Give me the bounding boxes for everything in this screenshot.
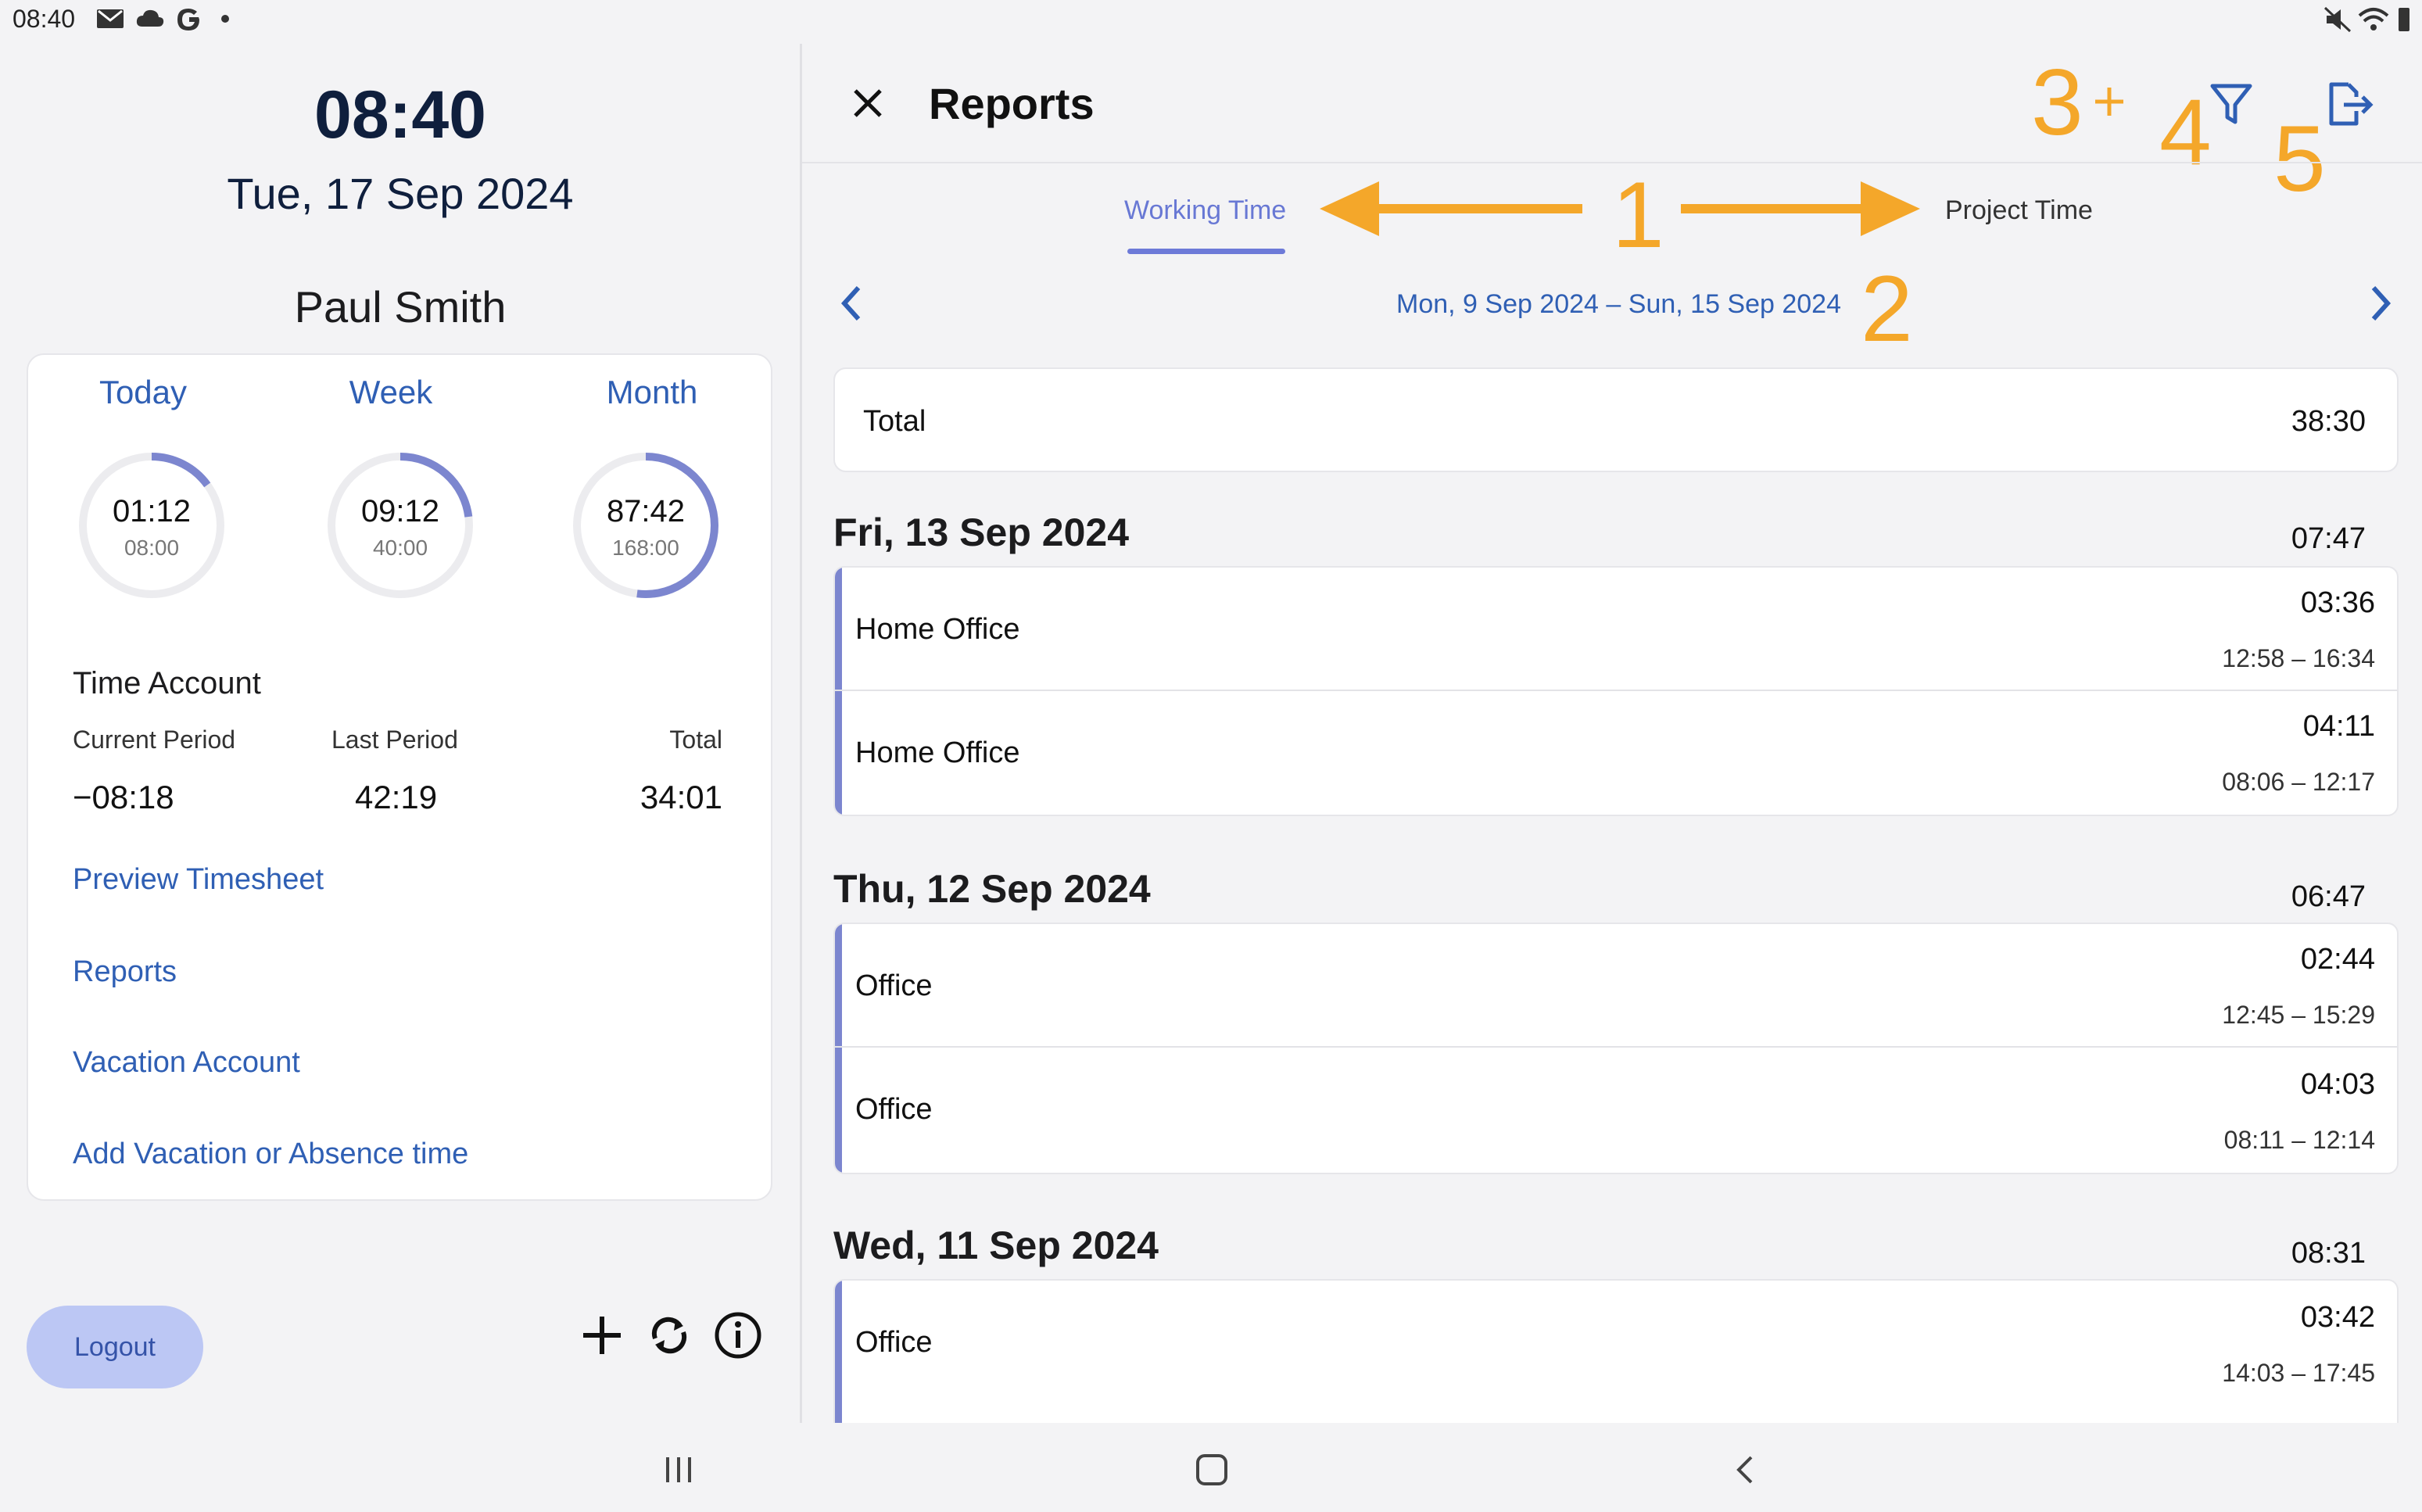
today-worked: 01:12 xyxy=(112,494,192,528)
annotation-arrow-right xyxy=(1681,181,1920,236)
total-value: 38:30 xyxy=(2291,405,2366,438)
entry-divider xyxy=(835,690,2397,691)
vacation-account-link[interactable]: Vacation Account xyxy=(73,1046,300,1080)
mute-icon xyxy=(2323,6,2352,33)
week-worked: 09:12 xyxy=(360,494,440,528)
day-header-date: Wed, 11 Sep 2024 xyxy=(833,1224,1159,1267)
export-icon[interactable] xyxy=(2325,80,2375,128)
user-name: Paul Smith xyxy=(294,282,507,331)
entry-name[interactable]: Home Office xyxy=(855,736,1019,770)
add-vacation-link[interactable]: Add Vacation or Absence time xyxy=(73,1138,468,1171)
annotation-arrow-left xyxy=(1320,181,1582,236)
period-label-month[interactable]: Month xyxy=(566,374,738,411)
home-icon[interactable] xyxy=(1195,1453,1229,1487)
cloud-icon xyxy=(136,9,164,27)
entry-time-range: 12:58 – 16:34 xyxy=(2222,644,2375,672)
google-icon xyxy=(177,9,199,30)
entry-name[interactable]: Office xyxy=(855,1326,933,1360)
entry-name[interactable]: Office xyxy=(855,969,933,1003)
annotation-5: 5 xyxy=(2273,106,2326,211)
day-entries-card xyxy=(833,566,2399,816)
previous-week-icon[interactable] xyxy=(835,281,868,325)
plus-icon[interactable] xyxy=(2092,84,2126,119)
entry-duration: 04:11 xyxy=(2302,710,2375,743)
next-week-icon[interactable] xyxy=(2364,281,2397,325)
sync-icon[interactable] xyxy=(644,1310,694,1360)
status-bar: 08:40 xyxy=(0,0,2422,39)
week-target: 40:00 xyxy=(372,536,428,560)
month-worked: 87:42 xyxy=(606,494,686,528)
entry-time-range: 12:45 – 15:29 xyxy=(2222,1001,2375,1029)
period-label-today[interactable]: Today xyxy=(57,374,229,411)
entry-accent-bar xyxy=(835,568,842,815)
wifi-icon xyxy=(2358,8,2389,30)
entry-divider xyxy=(835,1046,2397,1048)
entry-time-range: 08:11 – 12:14 xyxy=(2223,1126,2375,1154)
dot-icon xyxy=(221,15,229,23)
total-label-account: Total xyxy=(669,726,722,754)
day-total: 06:47 xyxy=(2291,880,2366,913)
clock-time: 08:40 xyxy=(314,77,486,152)
annotation-2: 2 xyxy=(1861,256,1913,361)
day-entries-card xyxy=(833,923,2399,1174)
entry-duration: 04:03 xyxy=(2300,1068,2375,1101)
entry-accent-bar xyxy=(835,1281,842,1445)
date-range: Mon, 9 Sep 2024 – Sun, 15 Sep 2024 xyxy=(1396,289,1842,319)
entry-time-range: 14:03 – 17:45 xyxy=(2222,1359,2375,1387)
back-icon[interactable] xyxy=(1729,1453,1764,1487)
pane-divider xyxy=(800,44,802,1423)
entry-time-range: 08:06 – 12:17 xyxy=(2222,768,2375,796)
close-icon[interactable] xyxy=(851,86,885,120)
tab-working-time[interactable]: Working Time xyxy=(1124,195,1286,226)
add-icon[interactable] xyxy=(577,1310,627,1360)
time-account-title: Time Account xyxy=(73,666,261,700)
day-total: 08:31 xyxy=(2291,1237,2366,1270)
status-time: 08:40 xyxy=(13,5,76,33)
battery-icon xyxy=(2399,8,2409,31)
last-period-label: Last Period xyxy=(331,726,458,754)
clock-date: Tue, 17 Sep 2024 xyxy=(227,169,574,218)
total-label: Total xyxy=(863,405,926,438)
current-period-label: Current Period xyxy=(73,726,236,754)
entry-duration: 03:36 xyxy=(2300,586,2375,619)
entry-name[interactable]: Home Office xyxy=(855,613,1019,647)
preview-timesheet-link[interactable]: Preview Timesheet xyxy=(73,863,324,897)
current-period-value: −08:18 xyxy=(73,779,174,815)
annotation-1: 1 xyxy=(1612,163,1664,267)
page-title: Reports xyxy=(929,79,1095,128)
day-entries-card xyxy=(833,1279,2399,1445)
recent-apps-icon[interactable] xyxy=(661,1454,696,1485)
month-target: 168:00 xyxy=(612,536,679,560)
day-total: 07:47 xyxy=(2291,522,2366,555)
info-icon[interactable] xyxy=(713,1310,763,1360)
logout-button[interactable]: Logout xyxy=(27,1306,203,1388)
total-value-account: 34:01 xyxy=(640,779,722,815)
reports-link[interactable]: Reports xyxy=(73,955,177,989)
today-target: 08:00 xyxy=(124,536,180,560)
filter-icon[interactable] xyxy=(2209,81,2253,127)
tab-project-time[interactable]: Project Time xyxy=(1945,195,2093,226)
period-label-week[interactable]: Week xyxy=(305,374,477,411)
entry-duration: 02:44 xyxy=(2300,943,2375,976)
day-header-date: Thu, 12 Sep 2024 xyxy=(833,867,1151,911)
annotation-4: 4 xyxy=(2159,80,2212,185)
entry-duration: 03:42 xyxy=(2300,1301,2375,1334)
entry-name[interactable]: Office xyxy=(855,1093,933,1127)
tab-active-indicator xyxy=(1127,249,1285,254)
last-period-value: 42:19 xyxy=(355,779,438,815)
mail-icon xyxy=(97,9,124,28)
day-header-date: Fri, 13 Sep 2024 xyxy=(833,511,1130,554)
annotation-3: 3 xyxy=(2031,50,2083,155)
entry-accent-bar xyxy=(835,924,842,1173)
total-card xyxy=(833,367,2399,472)
